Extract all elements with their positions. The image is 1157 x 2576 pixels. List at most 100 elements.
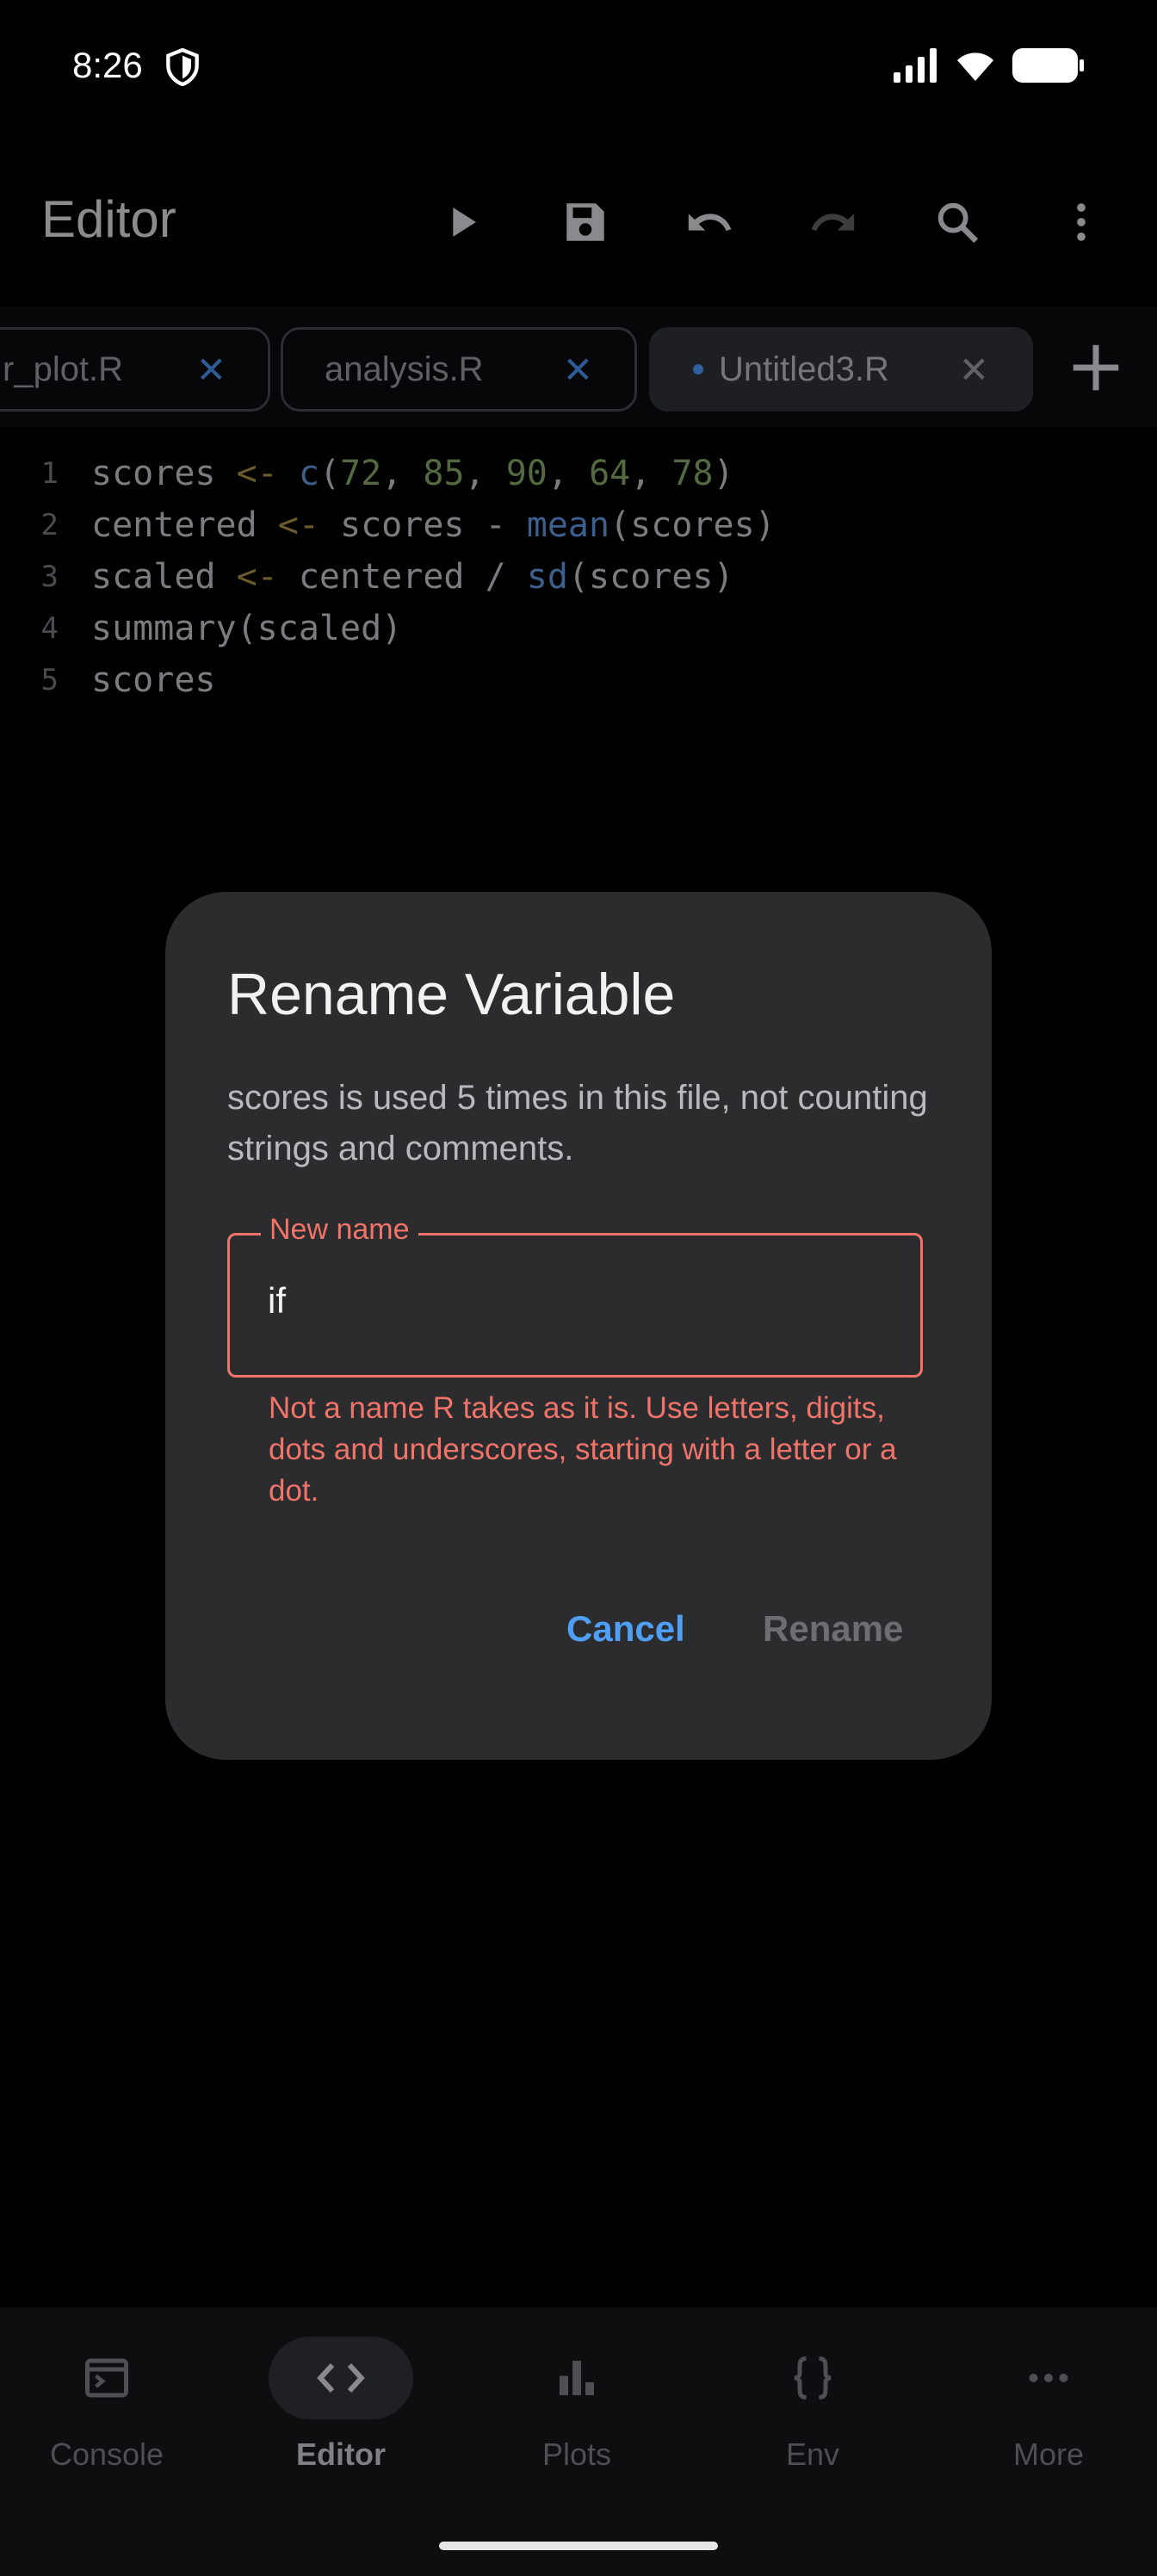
code-token: 64 (589, 454, 631, 493)
code-line[interactable]: 1 scores <- c(72, 85, 90, 64, 78) (0, 448, 1157, 499)
code-text: summary(scaled) (91, 609, 402, 648)
rename-button[interactable]: Rename (763, 1608, 903, 1650)
code-text: centered <- scores - mean(scores) (91, 505, 776, 545)
line-number: 3 (40, 560, 59, 594)
rename-variable-dialog: Rename Variable scores is used 5 times i… (165, 892, 992, 1760)
code-token: scores - (319, 505, 527, 545)
tab-analysis[interactable]: analysis.R ✕ (281, 327, 637, 412)
code-line[interactable]: 5 scores (0, 654, 1157, 706)
code-token: , (547, 454, 590, 493)
status-indicators (894, 48, 1085, 83)
bottom-navigation: Console Editor Plots Env More (0, 2307, 1157, 2576)
code-token: 90 (505, 454, 548, 493)
close-icon[interactable]: ✕ (563, 349, 593, 391)
code-editor[interactable]: 1 scores <- c(72, 85, 90, 64, 78) 2 centere… (0, 448, 1157, 706)
close-icon[interactable]: ✕ (196, 349, 226, 391)
nav-more[interactable]: More (945, 2337, 1152, 2492)
field-error-text: Not a name R takes as it is. Use letters… (269, 1391, 897, 1508)
app-bar: Editor (0, 155, 1157, 284)
code-token: scaled (91, 557, 237, 597)
run-button[interactable] (399, 183, 523, 262)
search-icon (937, 202, 979, 244)
braces-icon (794, 2356, 832, 2400)
tab-r-plot[interactable]: r_plot.R ✕ (0, 327, 270, 412)
code-token: <- (277, 505, 319, 545)
code-token: (scores) (567, 557, 734, 597)
code-line[interactable]: 2 centered <- scores - mean(scores) (0, 499, 1157, 551)
code-token: centered / (277, 557, 527, 597)
cancel-button[interactable]: Cancel (566, 1608, 685, 1650)
tab-label: analysis.R (325, 350, 484, 388)
code-token: 72 (340, 454, 382, 493)
line-number: 2 (40, 508, 59, 542)
line-number: 1 (40, 456, 59, 491)
code-token: ) (713, 454, 734, 493)
dialog-title: Rename Variable (227, 962, 676, 1027)
code-token: scores (91, 454, 237, 493)
tab-untitled3[interactable]: Untitled3.R ✕ (649, 327, 1033, 412)
nav-env[interactable]: Env (709, 2337, 916, 2492)
nav-pill (976, 2337, 1121, 2419)
more-horizontal-icon (1029, 2374, 1068, 2382)
code-token: scores (91, 660, 216, 700)
battery-icon (1012, 48, 1084, 83)
code-token: ( (319, 454, 341, 493)
field-label: New name (261, 1213, 418, 1247)
play-icon (453, 207, 476, 237)
code-line[interactable]: 4 summary(scaled) (0, 603, 1157, 654)
code-icon (317, 2362, 365, 2393)
code-token: centered (91, 505, 278, 545)
signal-icon (894, 48, 937, 83)
toolbar (399, 183, 1143, 262)
code-token: , (464, 454, 506, 493)
modified-dot (693, 364, 703, 375)
close-icon[interactable]: ✕ (959, 349, 989, 391)
nav-console[interactable]: Console (3, 2337, 210, 2492)
nav-pill (504, 2337, 649, 2419)
new-name-input[interactable] (268, 1280, 870, 1322)
code-token: summary(scaled) (91, 609, 403, 648)
tab-label: Untitled3.R (719, 350, 889, 388)
add-tab-icon[interactable] (1066, 337, 1126, 398)
save-icon (566, 203, 604, 241)
code-token: 78 (671, 454, 714, 493)
overflow-menu-button[interactable] (1019, 183, 1143, 262)
code-text: scores (91, 660, 216, 700)
undo-icon (688, 214, 732, 232)
code-text: scores <- c(72, 85, 90, 64, 78) (91, 454, 734, 493)
nav-label: Editor (296, 2437, 386, 2472)
status-time: 8:26 (72, 45, 143, 85)
nav-label: Console (49, 2437, 164, 2472)
new-name-field[interactable]: New name (227, 1213, 923, 1378)
nav-label: Env (785, 2437, 840, 2472)
code-token: <- (236, 557, 278, 597)
nav-plots[interactable]: Plots (473, 2337, 680, 2492)
dialog-message: scores is used 5 times in this file, not… (227, 1079, 928, 1167)
code-token: , (630, 454, 672, 493)
code-text: scaled <- centered / sd(scores) (91, 557, 734, 597)
line-number: 5 (40, 663, 59, 697)
shield-icon (166, 48, 199, 86)
more-vertical-icon (1077, 203, 1086, 241)
tab-label: r_plot.R (3, 350, 124, 388)
save-button[interactable] (523, 183, 647, 262)
nav-label: More (1012, 2437, 1085, 2472)
search-button[interactable] (895, 183, 1019, 262)
line-number: 4 (40, 611, 59, 646)
code-token: mean (526, 505, 610, 545)
code-line[interactable]: 3 scaled <- centered / sd(scores) (0, 551, 1157, 603)
nav-editor[interactable]: Editor (238, 2337, 444, 2492)
code-token: <- (236, 454, 278, 493)
nav-pill (34, 2337, 179, 2419)
bar-chart-icon (560, 2361, 594, 2395)
file-tabs: r_plot.R ✕ analysis.R ✕ Untitled3.R ✕ (0, 307, 1157, 427)
undo-button[interactable] (647, 183, 771, 262)
redo-button[interactable] (771, 183, 895, 262)
console-icon (85, 2358, 128, 2398)
home-indicator[interactable] (439, 2542, 718, 2550)
wifi-icon (957, 53, 993, 81)
nav-pill (740, 2337, 885, 2419)
redo-icon (811, 214, 855, 232)
code-token: 85 (423, 454, 465, 493)
